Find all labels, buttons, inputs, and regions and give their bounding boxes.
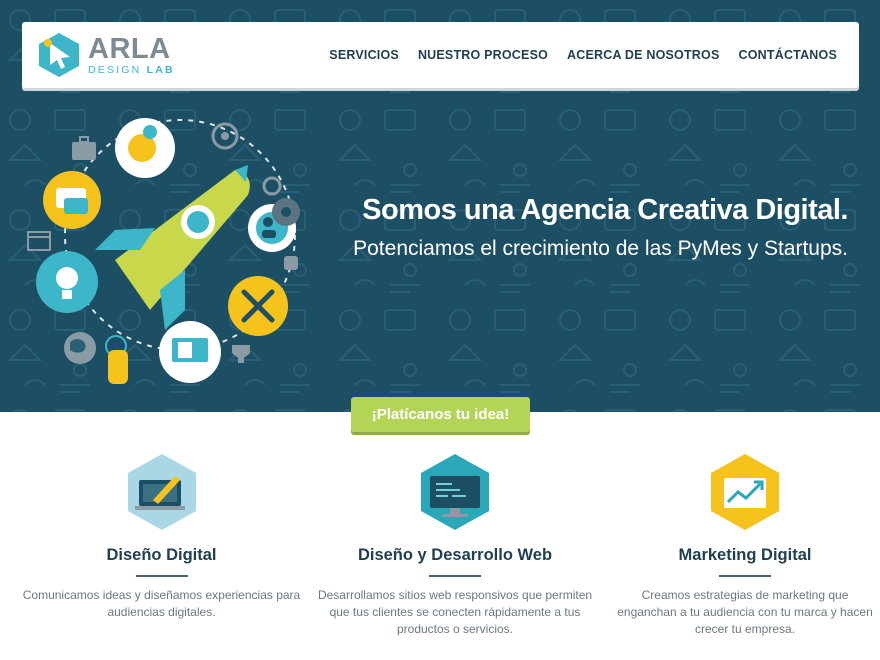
briefcase-icon [72,136,96,160]
target-icon [211,122,239,150]
cursor-hexagon-logo-icon [39,33,79,77]
brand-subtitle: DESIGN LAB [88,65,175,76]
code-monitor-icon [421,454,489,530]
services-section: Diseño Digital Comunicamos ideas y diseñ… [0,452,880,638]
growth-chart-icon [711,454,779,530]
service-title: Diseño Digital [106,546,217,564]
globe-icon [64,332,96,364]
thumbs-up-icon [284,256,298,270]
nav-link-servicios[interactable]: SERVICIOS [329,48,399,62]
nav-link-contactanos[interactable]: CONTÁCTANOS [739,48,838,62]
service-divider [135,575,188,577]
service-title: Diseño y Desarrollo Web [357,546,553,564]
tools-icon [228,276,288,336]
service-card-diseno-digital: Diseño Digital Comunicamos ideas y diseñ… [16,452,307,638]
tap-hand-icon [105,335,128,384]
service-title: Marketing Digital [678,546,812,564]
top-navbar: ARLA DESIGN LAB SERVICIOS NUESTRO PROCES… [22,22,859,88]
brand-wordmark: ARLA DESIGN LAB [88,32,175,76]
trophy-icon [232,345,250,363]
service-card-marketing-digital: Marketing Digital Creamos estrategias de… [611,452,879,638]
lightbulb-icon [36,251,98,313]
browser-window-icon [27,231,51,251]
hero-subtitle: Potenciamos el crecimiento de las PyMes … [353,237,848,260]
service-description: Comunicamos ideas y diseñamos experienci… [22,588,301,619]
chat-bubble-icon [43,171,101,229]
service-description: Desarrollamos sitios web responsivos que… [317,588,593,636]
rocket-illustration [27,118,300,384]
nav-link-acerca-de-nosotros[interactable]: ACERCA DE NOSOTROS [567,48,719,62]
rocket-icon [95,165,250,330]
brand-name: ARLA [88,32,171,65]
cta-platicanos-button[interactable]: ¡Platícanos tu idea! [351,397,530,432]
service-divider [719,575,771,577]
service-divider [429,575,481,577]
pen-tablet-icon [127,454,196,530]
service-description: Creamos estrategias de marketing que eng… [617,588,873,636]
brand-logo[interactable]: ARLA DESIGN LAB [36,31,175,79]
document-screen-icon [159,321,221,383]
service-card-diseno-desarrollo-web: Diseño y Desarrollo Web Desarrollamos si… [307,452,603,638]
nav-link-nuestro-proceso[interactable]: NUESTRO PROCESO [418,48,548,62]
thinking-head-icon [115,118,175,178]
main-nav: SERVICIOS NUESTRO PROCESO ACERCA DE NOSO… [329,48,837,62]
brand-sub-lab: LAB [146,63,175,76]
hero-title: Somos una Agencia Creativa Digital. [362,194,848,226]
brand-sub-design: DESIGN [88,63,142,76]
